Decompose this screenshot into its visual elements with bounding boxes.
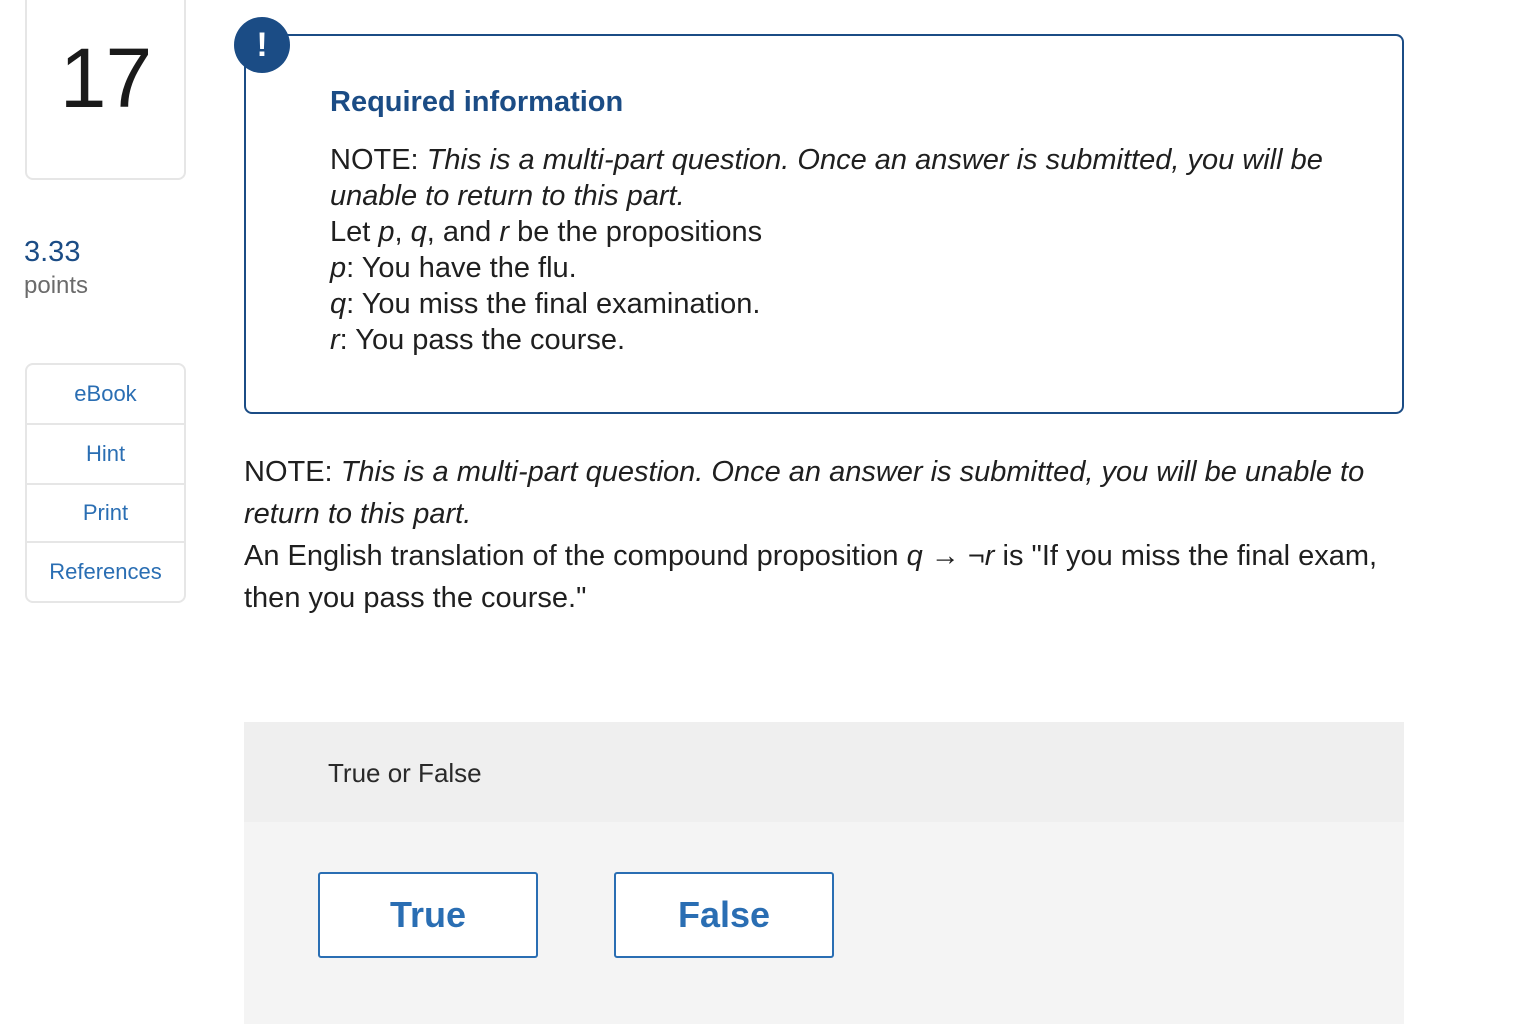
implies-not-symbol: → ¬ — [922, 540, 985, 572]
var-p: p — [330, 252, 347, 284]
var-r: r — [330, 324, 340, 356]
propositions-intro: Let p, q, and r be the propositions — [330, 214, 1330, 250]
question-page: 17 3.33 points eBook Hint Print Referenc… — [0, 0, 1534, 1024]
proposition-q: q: You miss the final examination. — [330, 286, 1330, 322]
proposition-p: p: You have the flu. — [330, 250, 1330, 286]
prompt-statement: An English translation of the compound p… — [244, 535, 1404, 619]
note-text: This is a multi-part question. Once an a… — [330, 144, 1323, 212]
let-prefix: Let — [330, 216, 379, 248]
proposition-r: r: You pass the course. — [330, 322, 1330, 358]
var-p: p — [378, 216, 395, 248]
question-number: 17 — [59, 31, 152, 125]
var-q: q — [410, 216, 427, 248]
p-definition: : You have the flu. — [346, 252, 577, 284]
var-r: r — [499, 216, 510, 248]
note-label: NOTE: — [330, 144, 419, 176]
hint-link[interactable]: Hint — [27, 425, 184, 485]
r-definition: : You pass the course. — [339, 324, 626, 356]
comma: , — [394, 216, 411, 248]
and-text: , and — [426, 216, 500, 248]
question-prompt: NOTE: This is a multi-part question. Onc… — [244, 451, 1404, 619]
ebook-link[interactable]: eBook — [27, 365, 184, 425]
answer-type-label: True or False — [328, 758, 482, 788]
alert-icon: ! — [234, 17, 290, 73]
answer-header: True or False — [244, 722, 1404, 822]
required-information-title: Required information — [330, 86, 624, 118]
note-text: This is a multi-part question. Once an a… — [244, 456, 1365, 530]
var-q: q — [906, 540, 923, 572]
print-link[interactable]: Print — [27, 485, 184, 543]
var-q: q — [330, 288, 347, 320]
prompt-note: NOTE: This is a multi-part question. Onc… — [244, 451, 1404, 535]
q-definition: : You miss the final examination. — [346, 288, 761, 320]
references-link[interactable]: References — [27, 543, 184, 601]
question-number-box: 17 — [25, 0, 186, 180]
required-note: NOTE: This is a multi-part question. Onc… — [330, 142, 1330, 214]
let-suffix: be the propositions — [509, 216, 763, 248]
statement-lead: An English translation of the compound p… — [244, 540, 907, 572]
answer-panel: True or False True False — [244, 722, 1404, 1024]
false-button[interactable]: False — [614, 872, 834, 958]
required-information-body: NOTE: This is a multi-part question. Onc… — [330, 142, 1330, 358]
note-label: NOTE: — [244, 456, 333, 488]
points-label: points — [24, 272, 89, 299]
question-tools: eBook Hint Print References — [25, 363, 186, 603]
points-value: 3.33 — [24, 236, 81, 268]
true-button[interactable]: True — [318, 872, 538, 958]
